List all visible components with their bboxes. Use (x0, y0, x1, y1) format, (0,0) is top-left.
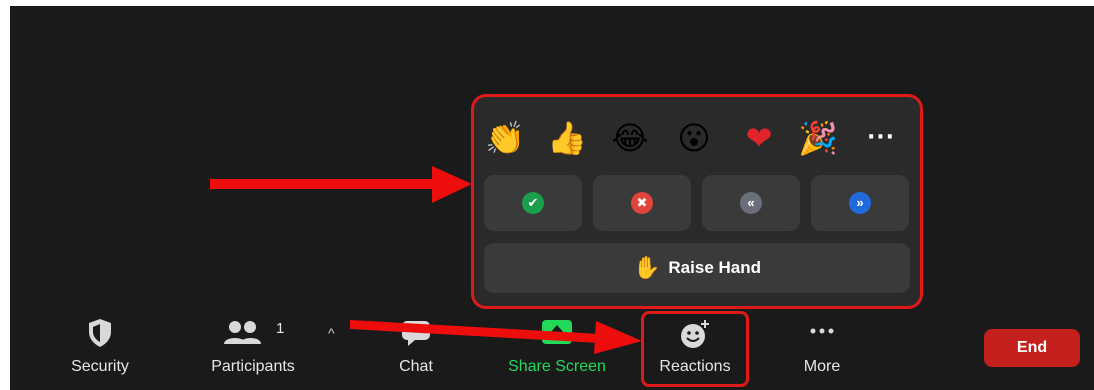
open-mouth-emoji-button[interactable]: 😮 (671, 115, 717, 161)
no-button[interactable]: ✖ (593, 175, 691, 231)
participants-label: Participants (211, 358, 295, 375)
raise-hand-label: Raise Hand (668, 258, 761, 277)
share-screen-label: Share Screen (508, 358, 606, 375)
more-button[interactable]: More (790, 314, 854, 384)
reactions-popup: 👏 👍 😂 😮 ❤ 🎉 ··· ✔ ✖ « » ✋ Raise Hand (474, 97, 920, 306)
nonverbal-feedback-row: ✔ ✖ « » (484, 175, 910, 231)
yes-button[interactable]: ✔ (484, 175, 582, 231)
end-meeting-button[interactable]: End (984, 329, 1080, 367)
participants-icon (224, 321, 262, 344)
more-icon (810, 328, 834, 334)
rewind-icon: « (740, 192, 762, 214)
joy-emoji-button[interactable]: 😂 (607, 115, 653, 161)
chat-label: Chat (399, 358, 433, 375)
emoji-row: 👏 👍 😂 😮 ❤ 🎉 ··· (474, 115, 920, 163)
security-label: Security (71, 358, 129, 375)
raised-hand-icon: ✋ (633, 255, 661, 281)
thumbs-up-emoji-button[interactable]: 👍 (544, 115, 590, 161)
arrow-annotation-popup (210, 166, 472, 203)
participants-count: 1 (276, 320, 285, 337)
more-label: More (803, 358, 841, 375)
more-reactions-button[interactable]: ··· (858, 115, 904, 161)
raise-hand-button[interactable]: ✋ Raise Hand (484, 243, 910, 293)
shield-icon (89, 319, 111, 347)
clap-emoji-button[interactable]: 👏 (482, 115, 528, 161)
party-popper-emoji-button[interactable]: 🎉 (795, 115, 841, 161)
speed-up-button[interactable]: » (811, 175, 909, 231)
security-button[interactable]: Security (60, 314, 140, 384)
reactions-highlight (641, 311, 749, 387)
check-icon: ✔ (522, 192, 544, 214)
fast-forward-icon: » (849, 192, 871, 214)
slow-down-button[interactable]: « (702, 175, 800, 231)
heart-emoji-button[interactable]: ❤ (736, 115, 782, 161)
participants-button[interactable]: 1 Participants (198, 314, 308, 384)
arrow-annotation-reactions (350, 320, 642, 354)
chevron-up-icon[interactable]: ^ (328, 325, 335, 341)
close-icon: ✖ (631, 192, 653, 214)
